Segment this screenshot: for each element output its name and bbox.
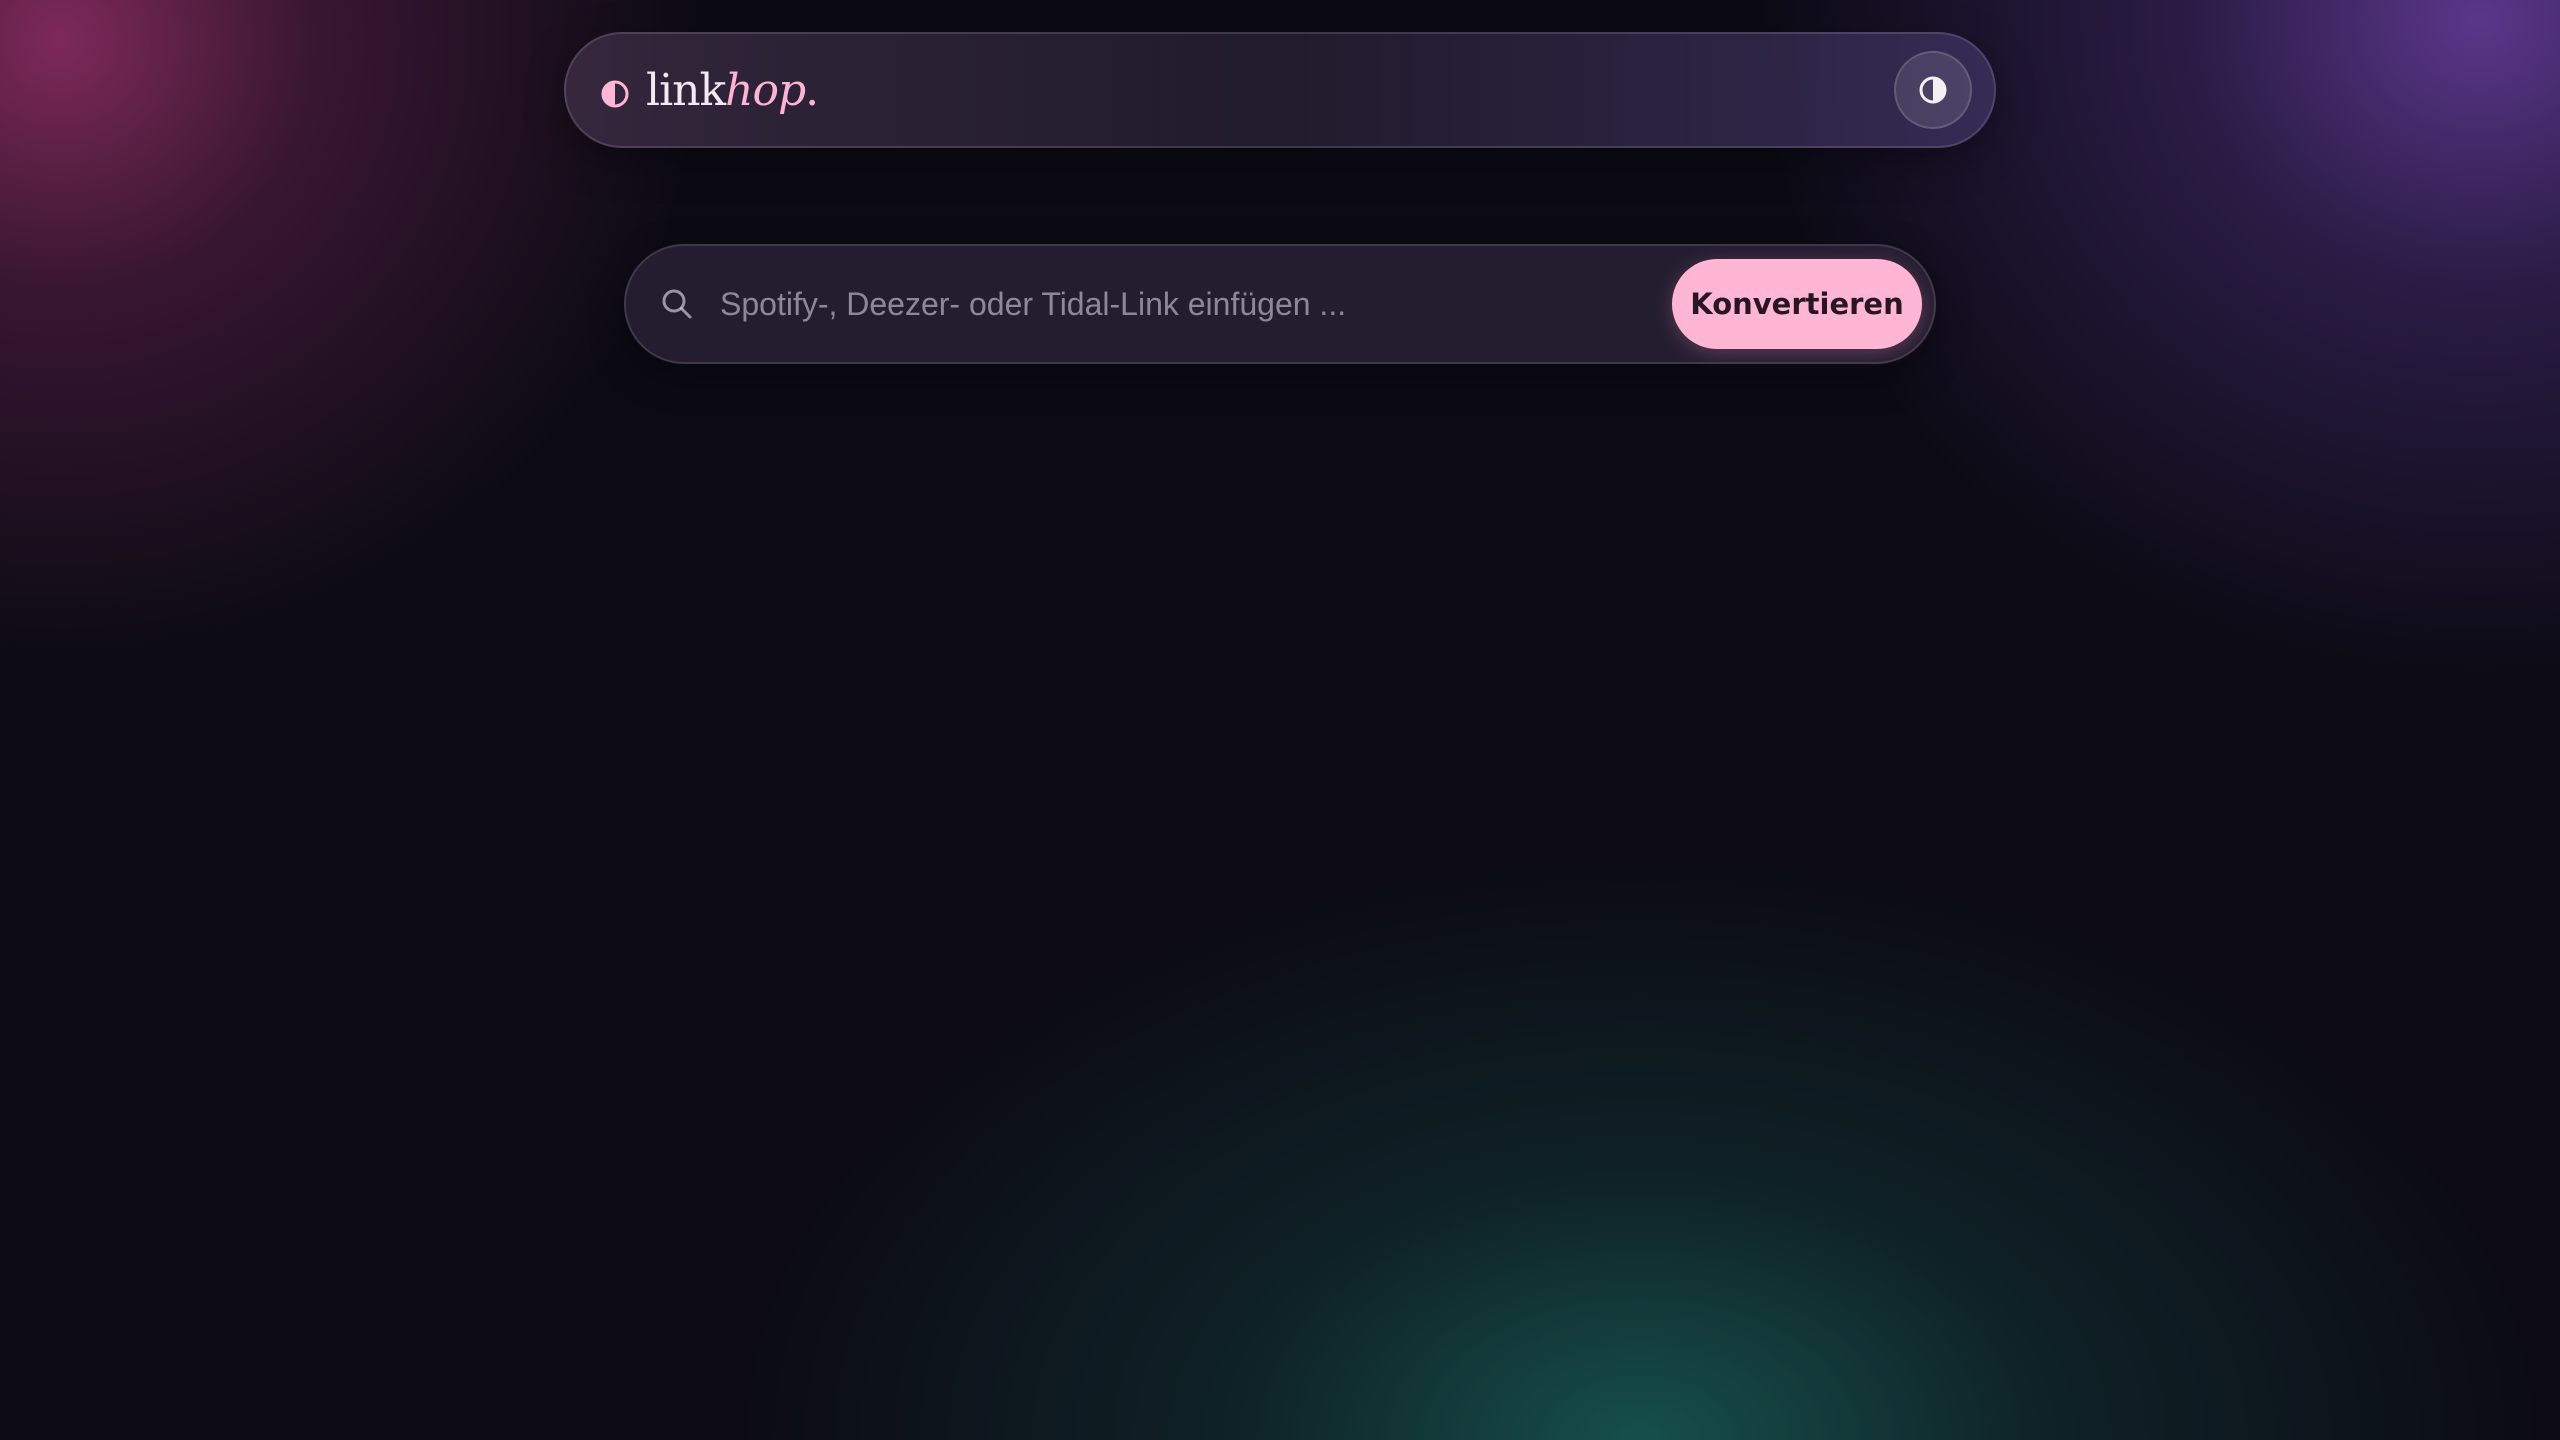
contrast-icon xyxy=(1919,76,1947,104)
brand-name-accent: hop xyxy=(725,64,806,116)
search-icon xyxy=(662,289,692,319)
link-convert-form: Konvertieren xyxy=(624,244,1936,364)
link-input[interactable] xyxy=(720,264,1672,344)
top-header-bar: link hop. xyxy=(564,32,1996,148)
convert-button[interactable]: Konvertieren xyxy=(1672,259,1922,349)
brand-name-dot: . xyxy=(805,64,819,116)
brand-name-primary: link xyxy=(646,64,726,116)
background-gradient xyxy=(0,0,2560,1440)
brand-name: link hop. xyxy=(646,64,819,116)
theme-toggle-button[interactable] xyxy=(1894,51,1972,129)
half-circle-icon xyxy=(601,80,629,108)
brand-logo[interactable]: link hop. xyxy=(600,64,819,116)
